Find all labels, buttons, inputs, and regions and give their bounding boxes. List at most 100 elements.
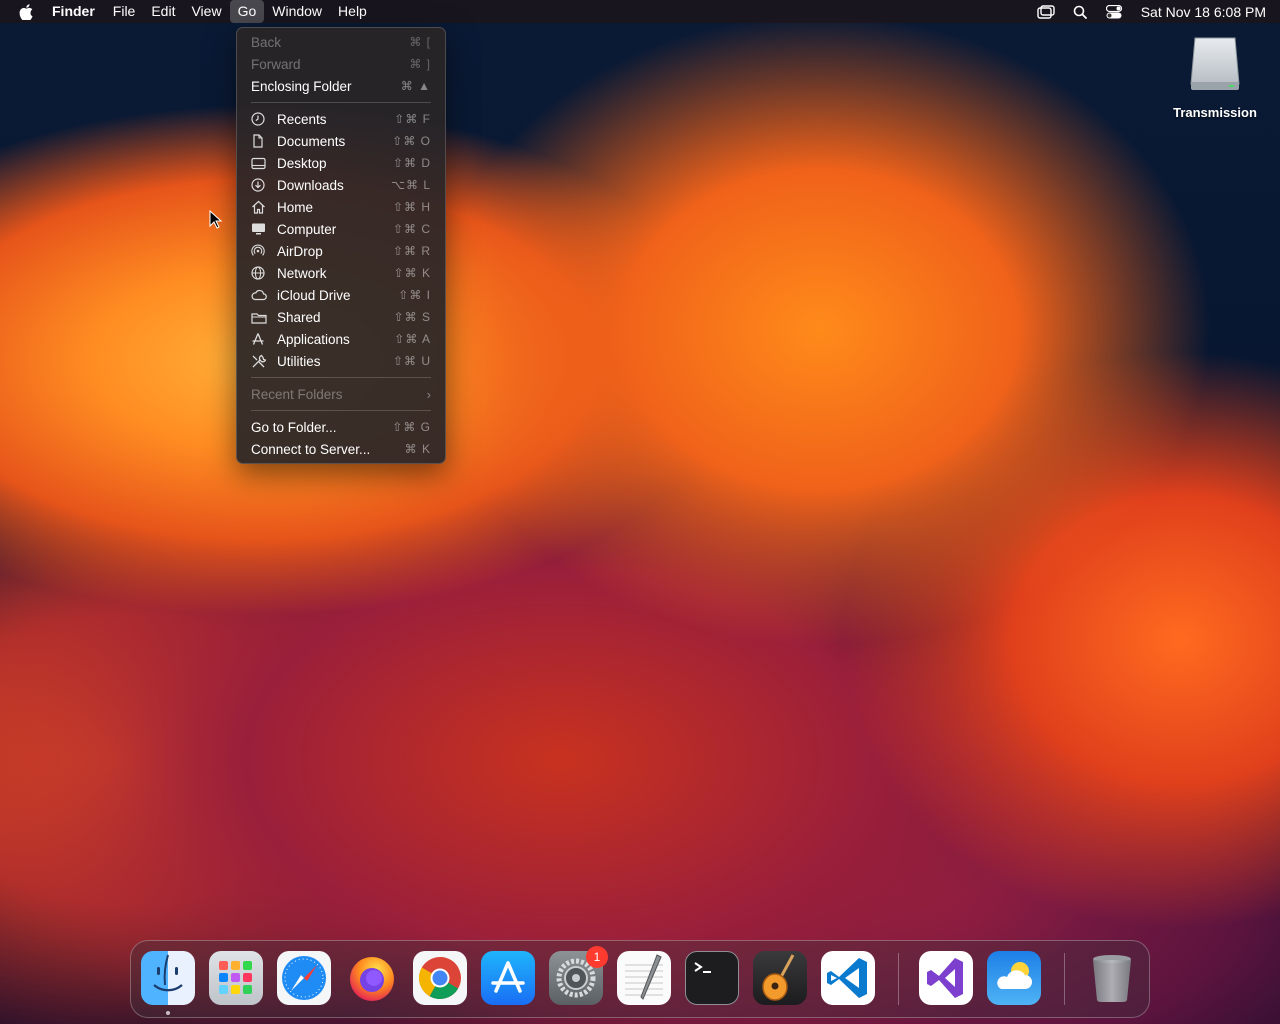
airdrop-icon [251, 244, 277, 258]
terminal-prompt-icon [694, 962, 711, 973]
menu-file[interactable]: File [105, 0, 144, 23]
dock-chrome[interactable] [413, 951, 467, 1005]
home-icon [251, 200, 277, 214]
item-shortcut: ⇧⌘ D [392, 156, 431, 170]
item-shortcut: ⇧⌘ F [394, 112, 431, 126]
menu-go[interactable]: Go [229, 0, 265, 23]
go-network-item[interactable]: Network ⇧⌘ K [237, 262, 445, 284]
dock-terminal[interactable] [685, 951, 739, 1005]
item-label: Enclosing Folder [251, 78, 352, 94]
go-back-item[interactable]: Back ⌘ [ [237, 31, 445, 53]
clock-icon [251, 112, 277, 126]
item-shortcut: ⇧⌘ C [392, 222, 431, 236]
item-label: Go to Folder... [251, 419, 337, 435]
menu-help[interactable]: Help [330, 0, 375, 23]
go-desktop-item[interactable]: Desktop ⇧⌘ D [237, 152, 445, 174]
go-home-item[interactable]: Home ⇧⌘ H [237, 196, 445, 218]
dock-app-store[interactable] [481, 951, 535, 1005]
dock-garageband[interactable] [753, 951, 807, 1005]
item-label: AirDrop [277, 243, 323, 259]
go-utilities-item[interactable]: Utilities ⇧⌘ U [237, 350, 445, 372]
go-computer-item[interactable]: Computer ⇧⌘ C [237, 218, 445, 240]
item-label: Forward [251, 56, 301, 72]
firefox-icon [350, 957, 394, 1001]
dock-firefox[interactable] [345, 951, 399, 1005]
dock-separator [1064, 953, 1065, 1005]
go-recents-item[interactable]: Recents ⇧⌘ F [237, 108, 445, 130]
finder-face-icon [153, 954, 183, 992]
desktop-drive-transmission[interactable]: Transmission [1168, 34, 1262, 120]
textedit-icon [625, 954, 663, 1000]
go-airdrop-item[interactable]: AirDrop ⇧⌘ R [237, 240, 445, 262]
item-shortcut: ⇧⌘ G [392, 420, 431, 434]
document-icon [251, 134, 277, 148]
external-drive-icon [1190, 37, 1240, 90]
item-shortcut: ⇧⌘ S [393, 310, 431, 324]
menu-view[interactable]: View [183, 0, 229, 23]
go-downloads-item[interactable]: Downloads ⌥⌘ L [237, 174, 445, 196]
go-to-folder-item[interactable]: Go to Folder... ⇧⌘ G [237, 416, 445, 438]
drive-label: Transmission [1173, 105, 1257, 120]
spotlight-search-icon[interactable] [1063, 0, 1097, 23]
go-forward-item[interactable]: Forward ⌘ ] [237, 53, 445, 75]
running-indicator [166, 1011, 170, 1015]
menu-window[interactable]: Window [264, 0, 330, 23]
dock-safari[interactable] [277, 951, 331, 1005]
computer-icon [251, 222, 277, 236]
dock-trash[interactable] [1085, 951, 1139, 1005]
dock-separator [898, 953, 899, 1005]
item-label: Documents [277, 133, 346, 149]
safari-compass-icon [282, 956, 326, 1000]
dock-textedit[interactable] [617, 951, 671, 1005]
item-shortcut: ⌘ [ [409, 35, 431, 49]
menu-separator [251, 102, 431, 103]
item-label: Shared [277, 309, 321, 325]
visual-studio-icon [927, 958, 963, 998]
go-documents-item[interactable]: Documents ⇧⌘ O [237, 130, 445, 152]
screen-mirroring-icon[interactable] [1029, 0, 1063, 23]
connect-to-server-item[interactable]: Connect to Server... ⌘ K [237, 438, 445, 460]
item-label: Connect to Server... [251, 441, 371, 457]
dock-finder[interactable] [141, 951, 195, 1005]
item-label: Network [277, 265, 327, 281]
item-label: Recent Folders [251, 386, 343, 402]
item-shortcut: ⇧⌘ A [394, 332, 431, 346]
apple-menu[interactable] [0, 0, 52, 23]
item-shortcut: ⌘ ▲ [400, 79, 431, 93]
dock-vscode[interactable] [821, 951, 875, 1005]
item-label: Back [251, 34, 282, 50]
item-shortcut: ⌘ K [404, 442, 431, 456]
item-label: Downloads [277, 177, 344, 193]
go-recent-folders-item[interactable]: Recent Folders › [237, 383, 445, 405]
applications-icon [251, 332, 277, 346]
launchpad-grid-icon [219, 961, 252, 994]
notification-badge: 1 [586, 946, 608, 968]
go-shared-item[interactable]: Shared ⇧⌘ S [237, 306, 445, 328]
go-applications-item[interactable]: Applications ⇧⌘ A [237, 328, 445, 350]
menubar-clock[interactable]: Sat Nov 18 6:08 PM [1131, 4, 1266, 20]
item-label: Desktop [277, 155, 327, 171]
dock-weather[interactable] [987, 951, 1041, 1005]
apple-logo-icon [19, 3, 33, 20]
app-store-icon [491, 961, 525, 993]
utilities-icon [251, 354, 277, 369]
trash-icon [1093, 955, 1131, 1003]
item-shortcut: ⇧⌘ I [398, 288, 431, 302]
go-menu-dropdown: Back ⌘ [ Forward ⌘ ] Enclosing Folder ⌘ … [236, 27, 446, 464]
chevron-right-icon: › [426, 386, 431, 402]
menu-edit[interactable]: Edit [143, 0, 183, 23]
item-shortcut: ⌘ ] [409, 57, 431, 71]
menu-finder[interactable]: Finder [52, 0, 105, 23]
cloud-icon [251, 289, 277, 301]
download-icon [251, 178, 277, 192]
item-label: Utilities [277, 353, 321, 369]
go-enclosing-folder-item[interactable]: Enclosing Folder ⌘ ▲ [237, 75, 445, 97]
chrome-icon [418, 957, 461, 1000]
item-shortcut: ⇧⌘ O [392, 134, 431, 148]
dock-visual-studio[interactable] [919, 951, 973, 1005]
menu-separator [251, 410, 431, 411]
go-icloud-drive-item[interactable]: iCloud Drive ⇧⌘ I [237, 284, 445, 306]
item-shortcut: ⇧⌘ R [392, 244, 431, 258]
control-center-icon[interactable] [1097, 0, 1131, 23]
dock-launchpad[interactable] [209, 951, 263, 1005]
